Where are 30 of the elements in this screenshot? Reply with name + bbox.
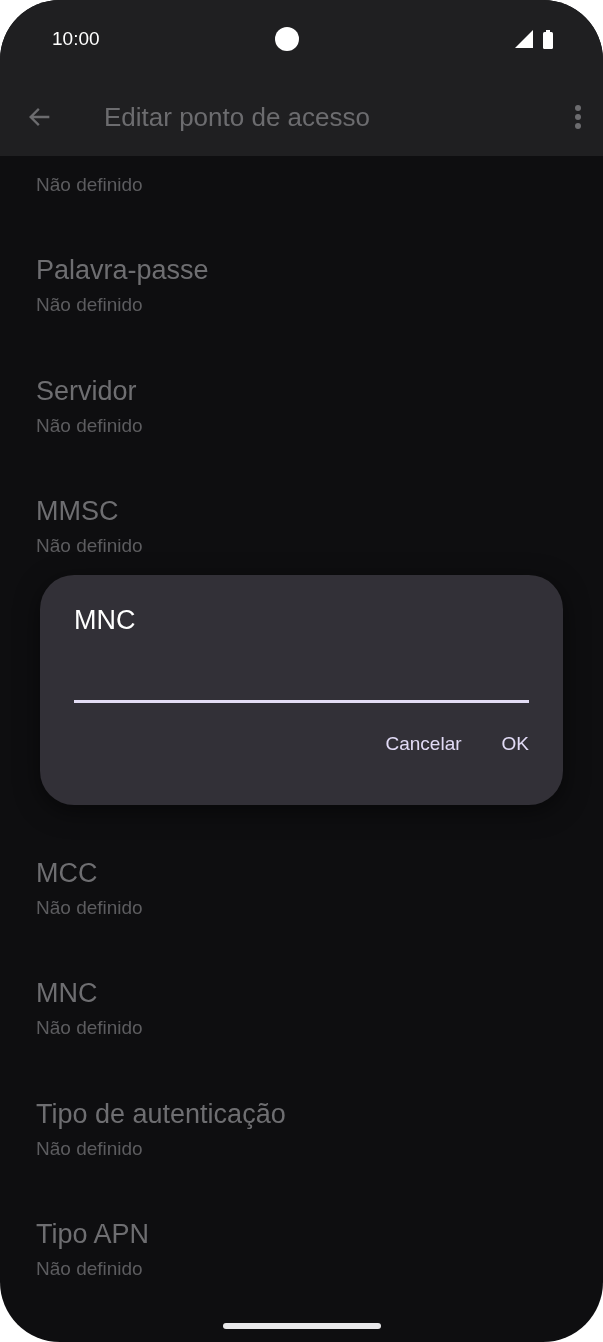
more-options-button[interactable]	[573, 104, 583, 130]
setting-value: Não definido	[36, 173, 144, 196]
setting-title: Servidor	[36, 374, 138, 408]
setting-row[interactable]: Tipo de autenticação Não definido	[0, 1068, 603, 1189]
status-time: 10:00	[52, 28, 101, 50]
setting-value: Não definido	[36, 1137, 144, 1160]
ok-button[interactable]: OK	[489, 723, 541, 765]
setting-value: Não definido	[36, 1258, 144, 1281]
setting-title: MNC	[36, 977, 99, 1011]
screen-title: Editar ponto de acesso	[104, 101, 371, 133]
cancel-button[interactable]: Cancelar	[373, 723, 474, 765]
setting-row[interactable]: Palavra-passe Não definido	[0, 224, 603, 345]
setting-row[interactable]: Tipo APN Não definido	[0, 1188, 603, 1309]
setting-row[interactable]: MCC Não definido	[0, 827, 603, 948]
dialog-title: MNC	[74, 605, 137, 636]
battery-icon	[543, 29, 553, 49]
setting-value: Não definido	[36, 414, 144, 437]
setting-value: Não definido	[36, 896, 144, 919]
setting-title: MCC	[36, 856, 99, 890]
signal-icon	[515, 30, 533, 48]
setting-title: Tipo de autenticação	[36, 1097, 287, 1131]
setting-value: Não definido	[36, 535, 144, 558]
setting-title: MMSC	[36, 495, 120, 529]
setting-value: Não definido	[36, 294, 144, 317]
setting-title: Tipo APN	[36, 1218, 151, 1252]
setting-row[interactable]: MNC Não definido	[0, 947, 603, 1068]
setting-value: Não definido	[36, 1017, 144, 1040]
setting-row[interactable]: Servidor Não definido	[0, 345, 603, 466]
camera-cutout	[275, 27, 299, 51]
setting-title: Palavra-passe	[36, 254, 210, 288]
